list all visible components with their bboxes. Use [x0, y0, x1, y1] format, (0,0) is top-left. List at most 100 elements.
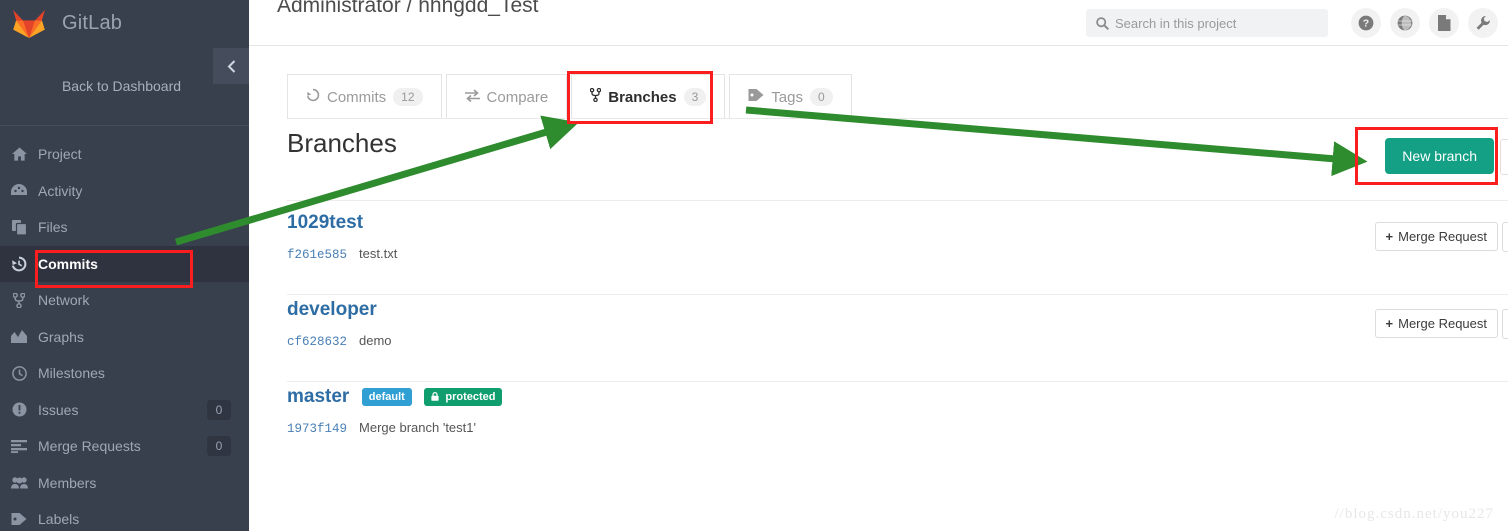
- search-icon: [1096, 16, 1109, 30]
- branch-row: 1029test f261e585 test.txt + Merge Reques…: [287, 212, 1508, 294]
- commit-sha[interactable]: 1973f149: [287, 422, 347, 436]
- sidebar-item-members[interactable]: Members: [0, 465, 249, 502]
- tag-icon: [748, 88, 764, 106]
- history-icon: [0, 256, 38, 272]
- fork-icon: [0, 292, 38, 308]
- branch-link[interactable]: master: [287, 386, 349, 408]
- help-icon[interactable]: ?: [1351, 8, 1381, 38]
- page-heading: Branches: [287, 128, 397, 158]
- commit-sha[interactable]: f261e585: [287, 248, 347, 262]
- branch-actions-button[interactable]: [1502, 222, 1508, 252]
- tab-label: Commits: [327, 88, 387, 106]
- plus-icon: +: [1385, 316, 1394, 331]
- sidebar-nav: Project Activity Files Commits Network G…: [0, 126, 249, 531]
- branch-commit-info: 1973f149 Merge branch 'test1': [287, 420, 1508, 436]
- gitlab-branches-page: GitLab Back to Dashboard Project Activit…: [0, 0, 1508, 531]
- sidebar-item-commits[interactable]: Commits: [0, 245, 249, 282]
- sidebar-collapse-button[interactable]: [213, 48, 249, 84]
- brand-name: GitLab: [62, 11, 123, 34]
- sidebar-item-label: Members: [38, 474, 97, 491]
- top-bar: Administrator / hhhgdd_Test Search in th…: [249, 0, 1508, 46]
- sidebar-item-label: Files: [38, 219, 68, 236]
- tab-badge: 0: [809, 88, 833, 106]
- sidebar-item-project[interactable]: Project: [0, 136, 249, 173]
- branch-row: master default protected 1973f149 Merge b…: [287, 386, 1508, 468]
- branch-link[interactable]: 1029test: [287, 212, 363, 234]
- sidebar-item-label: Activity: [38, 182, 83, 199]
- brand[interactable]: GitLab: [0, 0, 249, 46]
- sidebar-badge-issues: 0: [207, 399, 231, 420]
- tab-label: Compare: [486, 88, 549, 106]
- status-badge-protected: protected: [424, 388, 503, 406]
- new-branch-area: New branch: [1339, 120, 1508, 192]
- globe-icon[interactable]: [1390, 8, 1420, 38]
- branch-link[interactable]: developer: [287, 299, 377, 321]
- tab-commits[interactable]: Commits 12: [287, 74, 442, 119]
- tab-label: Branches: [608, 88, 677, 106]
- repo-tabs: Commits 12 Compare Branches 3 Tags 0: [287, 74, 856, 119]
- sidebar-item-label: Issues: [38, 401, 79, 418]
- branch-list-divider: [287, 200, 1508, 201]
- back-to-dashboard-link[interactable]: Back to Dashboard: [0, 46, 249, 126]
- merge-request-button[interactable]: + Merge Request: [1374, 309, 1498, 338]
- sidebar-item-label: Merge Requests: [38, 438, 141, 455]
- sidebar-item-activity[interactable]: Activity: [0, 173, 249, 210]
- commit-message: demo: [359, 333, 392, 348]
- list-icon: [0, 439, 38, 453]
- sidebar-item-issues[interactable]: Issues 0: [0, 392, 249, 429]
- sidebar-item-graphs[interactable]: Graphs: [0, 319, 249, 356]
- watermark: //blog.csdn.net/you227: [1334, 506, 1494, 522]
- sidebar-item-labels[interactable]: Labels: [0, 501, 249, 531]
- tab-badge: 3: [683, 88, 707, 106]
- tab-tags[interactable]: Tags 0: [729, 74, 852, 119]
- people-icon: [0, 476, 38, 489]
- chart-icon: [0, 330, 38, 344]
- home-icon: [0, 147, 38, 161]
- sidebar-item-network[interactable]: Network: [0, 282, 249, 319]
- sidebar-item-merge-requests[interactable]: Merge Requests 0: [0, 428, 249, 465]
- new-branch-button[interactable]: New branch: [1385, 138, 1494, 174]
- files-icon[interactable]: [1429, 8, 1459, 38]
- history-icon: [306, 88, 320, 106]
- merge-request-label: Merge Request: [1398, 316, 1487, 331]
- merge-request-button[interactable]: + Merge Request: [1374, 222, 1498, 251]
- branch-commit-info: f261e585 test.txt: [287, 246, 1508, 262]
- back-to-dashboard-label: Back to Dashboard: [61, 77, 182, 94]
- top-icon-group: ?: [1351, 8, 1498, 38]
- tab-label: Tags: [771, 88, 803, 106]
- fork-icon: [589, 87, 602, 106]
- sidebar-item-label: Project: [38, 146, 82, 163]
- commit-sha[interactable]: cf628632: [287, 335, 347, 349]
- branch-row: developer cf628632 demo + Merge Request: [287, 299, 1508, 381]
- branch-list-divider: [287, 294, 1508, 295]
- tab-badge: 12: [393, 88, 423, 106]
- search-input[interactable]: Search in this project: [1086, 9, 1328, 37]
- tag-icon: [0, 512, 38, 526]
- sidebar-item-label: Network: [38, 292, 90, 309]
- commit-message: Merge branch 'test1': [359, 420, 476, 435]
- tab-branches[interactable]: Branches 3: [571, 74, 726, 119]
- sidebar-item-label: Commits: [38, 255, 98, 272]
- exclamation-icon: [0, 402, 38, 417]
- branch-actions-button[interactable]: [1502, 309, 1508, 339]
- sidebar-item-files[interactable]: Files: [0, 209, 249, 246]
- sidebar-item-label: Graphs: [38, 328, 84, 345]
- chevron-left-icon: [227, 59, 235, 73]
- sidebar-item-label: Labels: [38, 511, 80, 528]
- sidebar-item-milestones[interactable]: Milestones: [0, 355, 249, 392]
- branch-filter-button[interactable]: [1500, 139, 1508, 175]
- status-badge-protected-label: protected: [445, 391, 496, 403]
- sidebar: GitLab Back to Dashboard Project Activit…: [0, 0, 249, 531]
- tab-compare[interactable]: Compare: [445, 74, 568, 119]
- sidebar-item-label: Milestones: [38, 365, 105, 382]
- files-icon: [0, 219, 38, 235]
- branch-list-divider: [287, 381, 1508, 382]
- wrench-icon[interactable]: [1468, 8, 1498, 38]
- status-badge-default: default: [361, 388, 412, 406]
- lock-icon: [431, 391, 442, 403]
- compare-icon: [464, 88, 480, 106]
- dashboard-icon: [0, 184, 38, 197]
- main-content: Administrator / hhhgdd_Test Search in th…: [249, 0, 1508, 531]
- clock-icon: [0, 365, 38, 381]
- merge-request-label: Merge Request: [1398, 229, 1487, 244]
